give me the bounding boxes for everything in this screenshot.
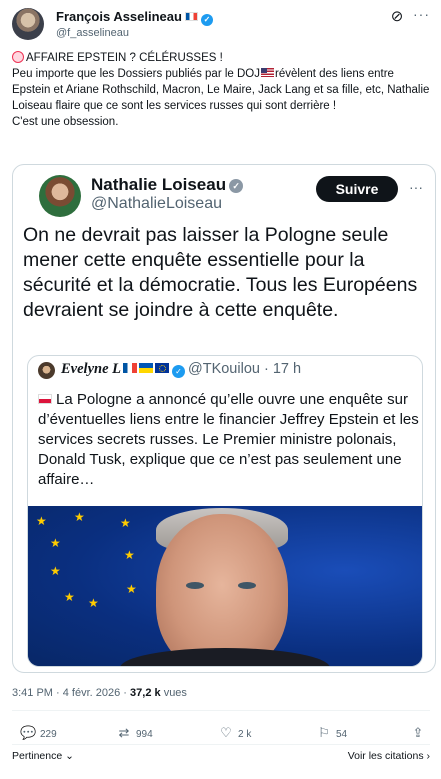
share-icon: ⇪ <box>412 725 424 740</box>
french-flag-icon <box>184 12 198 21</box>
post-header: François Asselineau ✓ @f_asselineau ⊘ ··· <box>10 6 431 40</box>
footer: Pertinence ⌄ Voir les citations › <box>12 750 430 766</box>
quoted-post: Evelyne L ✓ @TKouilou · 17 h La Pologne a … <box>27 355 423 667</box>
like-count: 2 k <box>238 729 252 740</box>
more-icon: ··· <box>409 179 423 195</box>
bookmark-icon: ⚐ <box>318 725 330 740</box>
action-bar: 💬 229 ⇄ 994 ♡ 2 k ⚐ 54 ⇪ <box>12 724 430 742</box>
quote-text: La Pologne a annoncé qu’elle ouvre une e… <box>38 390 420 490</box>
verified-badge-icon: ✓ <box>200 14 213 26</box>
author-name[interactable]: François Asselineau <box>56 9 182 24</box>
ukraine-flag-icon <box>139 363 153 373</box>
repost-icon: ⇄ <box>118 725 130 740</box>
author-handle[interactable]: @f_asselineau <box>56 27 129 39</box>
divider <box>12 710 430 711</box>
quote-header: Evelyne L ✓ @TKouilou · 17 h <box>61 361 302 378</box>
repost-count: 994 <box>136 729 153 740</box>
media-author-handle: @NathalieLoiseau <box>91 195 222 212</box>
relevance-sort-button[interactable]: Pertinence ⌄ <box>12 750 74 762</box>
post-time[interactable]: 3:41 PM <box>12 687 53 699</box>
eu-flag-icon <box>155 363 169 373</box>
quote-time: 17 h <box>272 361 302 377</box>
post-line-1: AFFAIRE EPSTEIN ? CÉLÉRUSSES ! <box>26 52 223 64</box>
quote-handle: @TKouilou <box>188 361 260 377</box>
author-line[interactable]: François Asselineau ✓ <box>56 9 213 26</box>
eu-star-icon: ★ <box>64 590 75 604</box>
eu-star-icon: ★ <box>88 596 99 610</box>
clown-emoji-icon <box>12 51 24 63</box>
follow-button: Suivre <box>316 176 398 202</box>
eu-star-icon: ★ <box>120 516 131 530</box>
eu-star-icon: ★ <box>50 564 61 578</box>
media-post-text: On ne devrait pas laisser la Pologne seu… <box>23 224 418 321</box>
divider <box>12 744 430 745</box>
post-meta: 3:41 PM · 4 févr. 2026 · 37,2 k vues <box>12 687 187 699</box>
eu-star-icon: ★ <box>36 514 47 528</box>
verified-badge-icon: ✓ <box>229 179 244 193</box>
bookmark-button[interactable]: ⚐ 54 <box>316 724 347 742</box>
post-date[interactable]: 4 févr. 2026 <box>63 687 121 699</box>
quotes-label: Voir les citations <box>347 750 424 762</box>
quote-author-name: Evelyne L <box>61 361 121 377</box>
views-label: vues <box>163 687 187 699</box>
reply-icon: 💬 <box>20 725 37 740</box>
media-author: Nathalie Loiseau ✓ <box>91 175 244 195</box>
eu-star-icon: ★ <box>50 536 61 550</box>
quote-text-body: La Pologne a annoncé qu’elle ouvre une e… <box>38 391 419 488</box>
view-quotes-link[interactable]: Voir les citations › <box>348 750 430 762</box>
relevance-label: Pertinence <box>12 750 63 762</box>
eu-star-icon: ★ <box>124 548 135 562</box>
share-button[interactable]: ⇪ <box>410 724 430 742</box>
person-face <box>156 514 288 666</box>
quote-avatar <box>38 362 55 379</box>
reply-count: 229 <box>40 729 57 740</box>
post-text: AFFAIRE EPSTEIN ? CÉLÉRUSSES ! Peu impor… <box>12 50 430 130</box>
chevron-right-icon: › <box>426 750 431 762</box>
bookmark-count: 54 <box>336 729 348 740</box>
verified-badge-icon: ✓ <box>172 365 185 378</box>
media-avatar <box>39 175 81 217</box>
french-flag-icon <box>123 363 137 373</box>
us-flag-icon <box>261 68 275 77</box>
reply-button[interactable]: 💬 229 <box>20 724 57 742</box>
post-line-3: C'est une obsession. <box>12 116 119 128</box>
grok-icon[interactable]: ⊘ <box>389 9 405 25</box>
post-para-start: Peu importe que les Dossiers publiés par… <box>12 68 261 80</box>
quote-photo: ★ ★ ★ ★ ★ ★ ★ ★ ★ <box>28 506 422 666</box>
eu-star-icon: ★ <box>126 582 137 596</box>
avatar[interactable] <box>12 8 44 40</box>
media-image[interactable]: Nathalie Loiseau ✓ @NathalieLoiseau Suivr… <box>12 164 436 673</box>
person-eye <box>186 582 204 589</box>
like-icon: ♡ <box>220 725 232 740</box>
media-author-name: Nathalie Loiseau <box>91 175 227 194</box>
eu-star-icon: ★ <box>74 510 85 524</box>
chevron-down-icon: ⌄ <box>65 750 74 762</box>
views-count: 37,2 k <box>130 687 161 699</box>
person-eye <box>238 582 256 589</box>
poland-flag-icon <box>38 394 52 404</box>
more-icon[interactable]: ··· <box>413 6 429 22</box>
repost-button[interactable]: ⇄ 994 <box>116 724 153 742</box>
like-button[interactable]: ♡ 2 k <box>218 724 251 742</box>
